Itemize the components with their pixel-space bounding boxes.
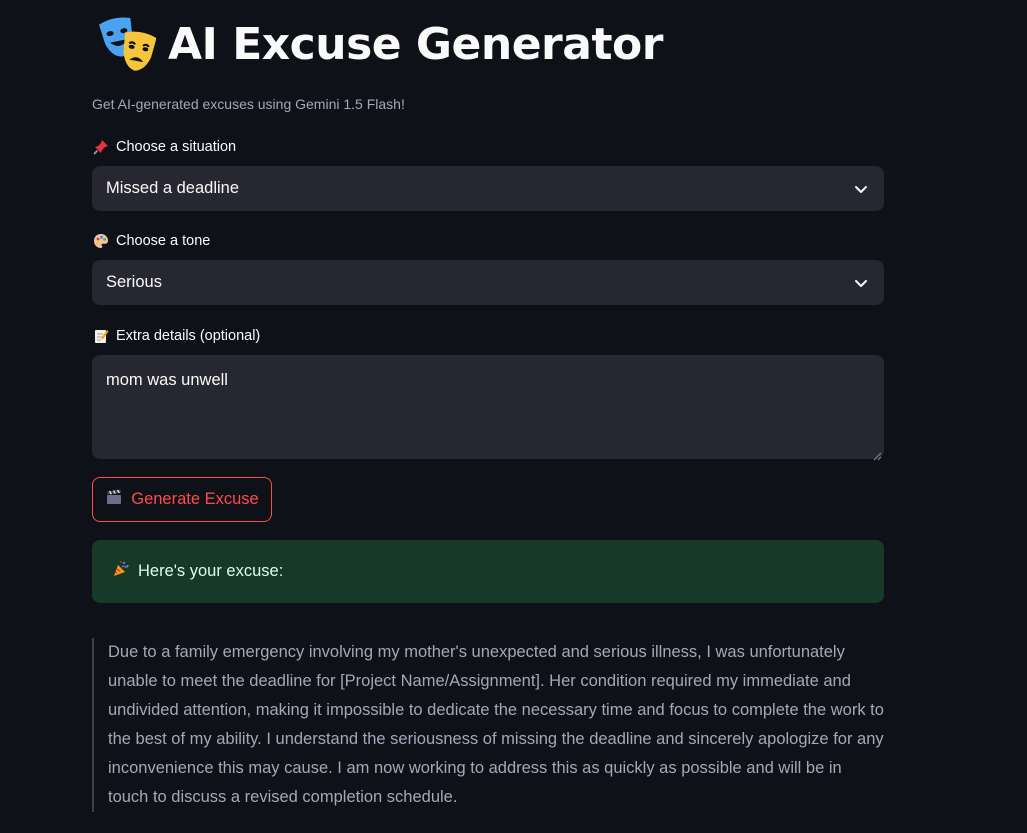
tone-select[interactable]: Serious xyxy=(92,260,884,305)
details-textarea[interactable]: mom was unwell xyxy=(92,355,884,461)
success-alert-text: Here's your excuse: xyxy=(138,562,284,580)
situation-label: Choose a situation xyxy=(92,138,236,156)
situation-label-text: Choose a situation xyxy=(116,139,237,155)
page-title: AI Excuse Generator xyxy=(168,18,663,70)
situation-select-value: Missed a deadline xyxy=(106,179,239,197)
tone-label: Choose a tone xyxy=(92,232,210,250)
generate-excuse-button[interactable]: Generate Excuse xyxy=(92,477,272,522)
tone-select-value: Serious xyxy=(106,273,162,291)
party-popper-icon xyxy=(112,560,130,583)
title-row: AI Excuse Generator xyxy=(98,12,663,76)
success-alert: Here's your excuse: xyxy=(92,540,884,603)
chevron-down-icon xyxy=(852,274,870,292)
theater-masks-icon xyxy=(98,15,157,73)
generate-excuse-button-label: Generate Excuse xyxy=(131,490,259,508)
situation-select[interactable]: Missed a deadline xyxy=(92,166,884,211)
clapper-board-icon xyxy=(105,488,123,511)
chevron-down-icon xyxy=(852,180,870,198)
memo-icon xyxy=(92,327,110,345)
resize-grip-icon[interactable] xyxy=(872,447,882,461)
tone-label-text: Choose a tone xyxy=(116,233,211,249)
excuse-blockquote: Due to a family emergency involving my m… xyxy=(92,638,884,812)
details-label-text: Extra details (optional) xyxy=(116,328,261,344)
palette-icon xyxy=(92,232,110,250)
details-label: Extra details (optional) xyxy=(92,327,260,345)
details-textarea-value: mom was unwell xyxy=(106,371,228,389)
pushpin-icon xyxy=(92,138,110,156)
app-root: AI Excuse Generator Get AI-generated exc… xyxy=(0,0,1027,833)
page-subtitle: Get AI-generated excuses using Gemini 1.… xyxy=(92,96,405,112)
